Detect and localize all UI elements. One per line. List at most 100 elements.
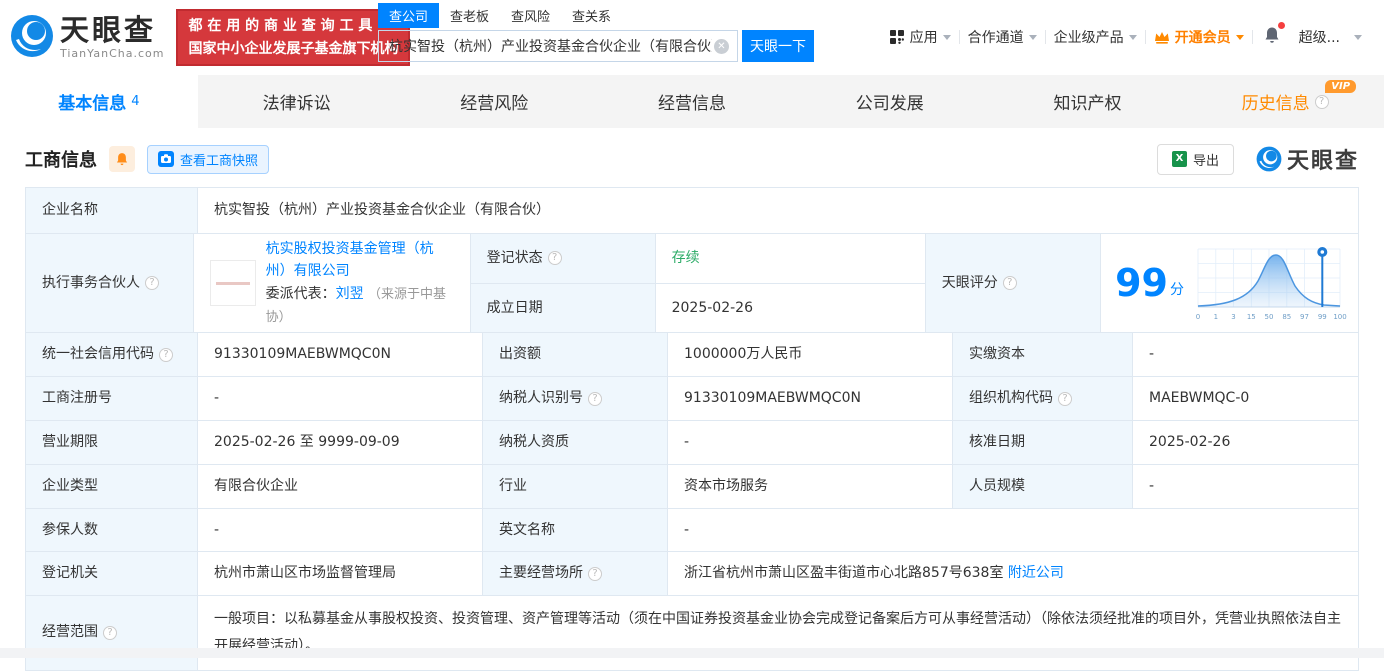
search-tab-boss[interactable]: 查老板 <box>439 3 500 28</box>
partner-logo[interactable] <box>210 260 256 306</box>
question-icon[interactable]: ? <box>159 348 173 362</box>
svg-text:1: 1 <box>1214 313 1218 321</box>
question-icon[interactable]: ? <box>145 276 159 290</box>
question-icon[interactable]: ? <box>103 626 117 640</box>
table-row: 统一社会信用代码? 91330109MAEBWMQC0N 出资额 1000000… <box>26 333 1358 377</box>
field-label: 执行事务合伙人? <box>26 234 194 332</box>
field-label: 登记机关 <box>26 552 198 595</box>
bell-icon <box>115 152 129 166</box>
search-tab-risk[interactable]: 查风险 <box>500 3 561 28</box>
table-row: 参保人数 - 英文名称 - <box>26 509 1358 552</box>
score-value: 99 <box>1115 264 1168 302</box>
question-icon[interactable]: ? <box>1003 276 1017 290</box>
search-input[interactable] <box>387 37 714 55</box>
brand-name: 天眼查 <box>60 16 164 45</box>
business-place-value: 浙江省杭州市萧山区盈丰街道市心北路857号638室 附近公司 <box>668 552 1358 595</box>
chevron-down-icon <box>1354 35 1362 40</box>
nearby-companies-link[interactable]: 附近公司 <box>1008 563 1064 584</box>
taxpayer-quality-value: - <box>668 421 953 464</box>
score-distribution-chart: 0 1 3 15 50 85 97 99 100 <box>1190 243 1350 323</box>
search-tab-company[interactable]: 查公司 <box>378 3 439 28</box>
camera-icon <box>158 151 174 167</box>
field-label: 企业类型 <box>26 465 198 508</box>
question-icon[interactable]: ? <box>588 567 602 581</box>
tab-business-info-label: 经营信息 <box>658 89 726 114</box>
field-label: 天眼评分? <box>926 234 1101 332</box>
question-icon[interactable]: ? <box>1058 392 1072 406</box>
business-term-value: 2025-02-26 至 9999-09-09 <box>198 421 483 464</box>
chevron-down-icon <box>943 35 951 40</box>
menu-cooperation-label: 合作通道 <box>968 27 1024 47</box>
partner-company-link[interactable]: 杭实股权投资基金管理（杭州）有限公司 <box>266 241 434 279</box>
field-label: 经营范围? <box>26 596 198 669</box>
delegate-link[interactable]: 刘翌 <box>336 286 364 302</box>
tab-business-info[interactable]: 经营信息 <box>593 75 791 128</box>
establish-date-value: 2025-02-26 <box>656 284 925 333</box>
field-label: 人员规模 <box>953 465 1133 508</box>
search-tab-relation[interactable]: 查关系 <box>561 3 622 28</box>
menu-enterprise[interactable]: 企业级产品 <box>1046 27 1145 47</box>
menu-apps-label: 应用 <box>910 27 938 47</box>
tab-company-development[interactable]: 公司发展 <box>791 75 989 128</box>
slogan-banner: 都 在 用 的 商 业 查 询 工 具 国家中小企业发展子基金旗下机构 <box>176 9 410 66</box>
menu-cooperation[interactable]: 合作通道 <box>960 27 1045 47</box>
brand-domain: TianYanCha.com <box>60 47 164 60</box>
menu-account-label: 超级... <box>1299 27 1340 47</box>
menu-account[interactable]: 超级... <box>1291 27 1370 47</box>
question-icon[interactable]: ? <box>588 392 602 406</box>
paid-capital-value: - <box>1133 333 1358 376</box>
org-code-value: MAEBWMQC-0 <box>1133 377 1358 420</box>
export-button[interactable]: X 导出 <box>1157 144 1234 175</box>
tianyancha-logo-icon <box>10 14 54 62</box>
approval-date-value: 2025-02-26 <box>1133 421 1358 464</box>
export-button-label: 导出 <box>1193 150 1219 169</box>
table-row: 经营范围? 一般项目：以私募基金从事股权投资、投资管理、资产管理等活动（须在中国… <box>26 596 1358 669</box>
table-row: 营业期限 2025-02-26 至 9999-09-09 纳税人资质 - 核准日… <box>26 421 1358 465</box>
tab-legal[interactable]: 法律诉讼 <box>198 75 396 128</box>
tab-operation-risk[interactable]: 经营风险 <box>395 75 593 128</box>
tab-history-info-label: 历史信息 <box>1242 89 1310 114</box>
table-row: 执行事务合伙人? 杭实股权投资基金管理（杭州）有限公司 委派代表：刘翌 （来源于… <box>26 234 1358 333</box>
search-button[interactable]: 天眼一下 <box>742 30 814 62</box>
business-scope-value: 一般项目：以私募基金从事股权投资、投资管理、资产管理等活动（须在中国证券投资基金… <box>198 596 1358 669</box>
tianyancha-logo[interactable]: 天眼查 TianYanCha.com <box>10 14 164 62</box>
vip-badge: VIP <box>1325 80 1356 93</box>
menu-apps[interactable]: 应用 <box>882 27 959 47</box>
notification-bell[interactable] <box>1253 26 1291 48</box>
company-name-value: 杭实智投（杭州）产业投资基金合伙企业（有限合伙） <box>198 188 1358 233</box>
watermark-logo: 天眼查 <box>1256 143 1359 175</box>
tab-basic-info[interactable]: 基本信息 4 <box>0 75 198 128</box>
chevron-down-icon <box>1129 35 1137 40</box>
staff-size-value: - <box>1133 465 1358 508</box>
svg-text:50: 50 <box>1265 313 1274 321</box>
svg-text:85: 85 <box>1282 313 1291 321</box>
search-tabs: 查公司 查老板 查风险 查关系 <box>378 3 814 28</box>
svg-text:15: 15 <box>1247 313 1256 321</box>
svg-text:97: 97 <box>1300 313 1309 321</box>
tab-intellectual-property[interactable]: 知识产权 <box>989 75 1187 128</box>
question-icon[interactable]: ? <box>1315 95 1329 109</box>
question-icon[interactable]: ? <box>548 251 562 265</box>
section-title: 工商信息 <box>25 146 97 172</box>
apps-grid-icon <box>890 30 904 44</box>
watermark-text: 天眼查 <box>1287 143 1359 175</box>
menu-vip[interactable]: 开通会员 <box>1146 27 1252 47</box>
field-label: 组织机构代码? <box>953 377 1133 420</box>
table-row: 登记机关 杭州市萧山区市场监督管理局 主要经营场所? 浙江省杭州市萧山区盈丰街道… <box>26 552 1358 596</box>
crown-icon <box>1154 30 1170 44</box>
tab-history-info[interactable]: VIP 历史信息 ? <box>1186 75 1384 128</box>
snapshot-button[interactable]: 查看工商快照 <box>147 145 269 174</box>
field-label: 登记状态? <box>471 234 656 283</box>
search-clear-icon[interactable]: ✕ <box>714 39 729 54</box>
svg-text:3: 3 <box>1231 313 1235 321</box>
field-label: 工商注册号 <box>26 377 198 420</box>
tab-intellectual-property-label: 知识产权 <box>1053 89 1121 114</box>
monitor-bell-button[interactable] <box>109 146 135 172</box>
field-label: 参保人数 <box>26 509 198 551</box>
field-label: 实缴资本 <box>953 333 1133 376</box>
snapshot-button-label: 查看工商快照 <box>180 150 258 169</box>
score-unit: 分 <box>1170 280 1184 301</box>
field-label: 纳税人资质 <box>483 421 668 464</box>
footer-strip <box>0 648 1384 658</box>
section-header: 工商信息 查看工商快照 X 导出 天眼查 <box>0 128 1384 187</box>
